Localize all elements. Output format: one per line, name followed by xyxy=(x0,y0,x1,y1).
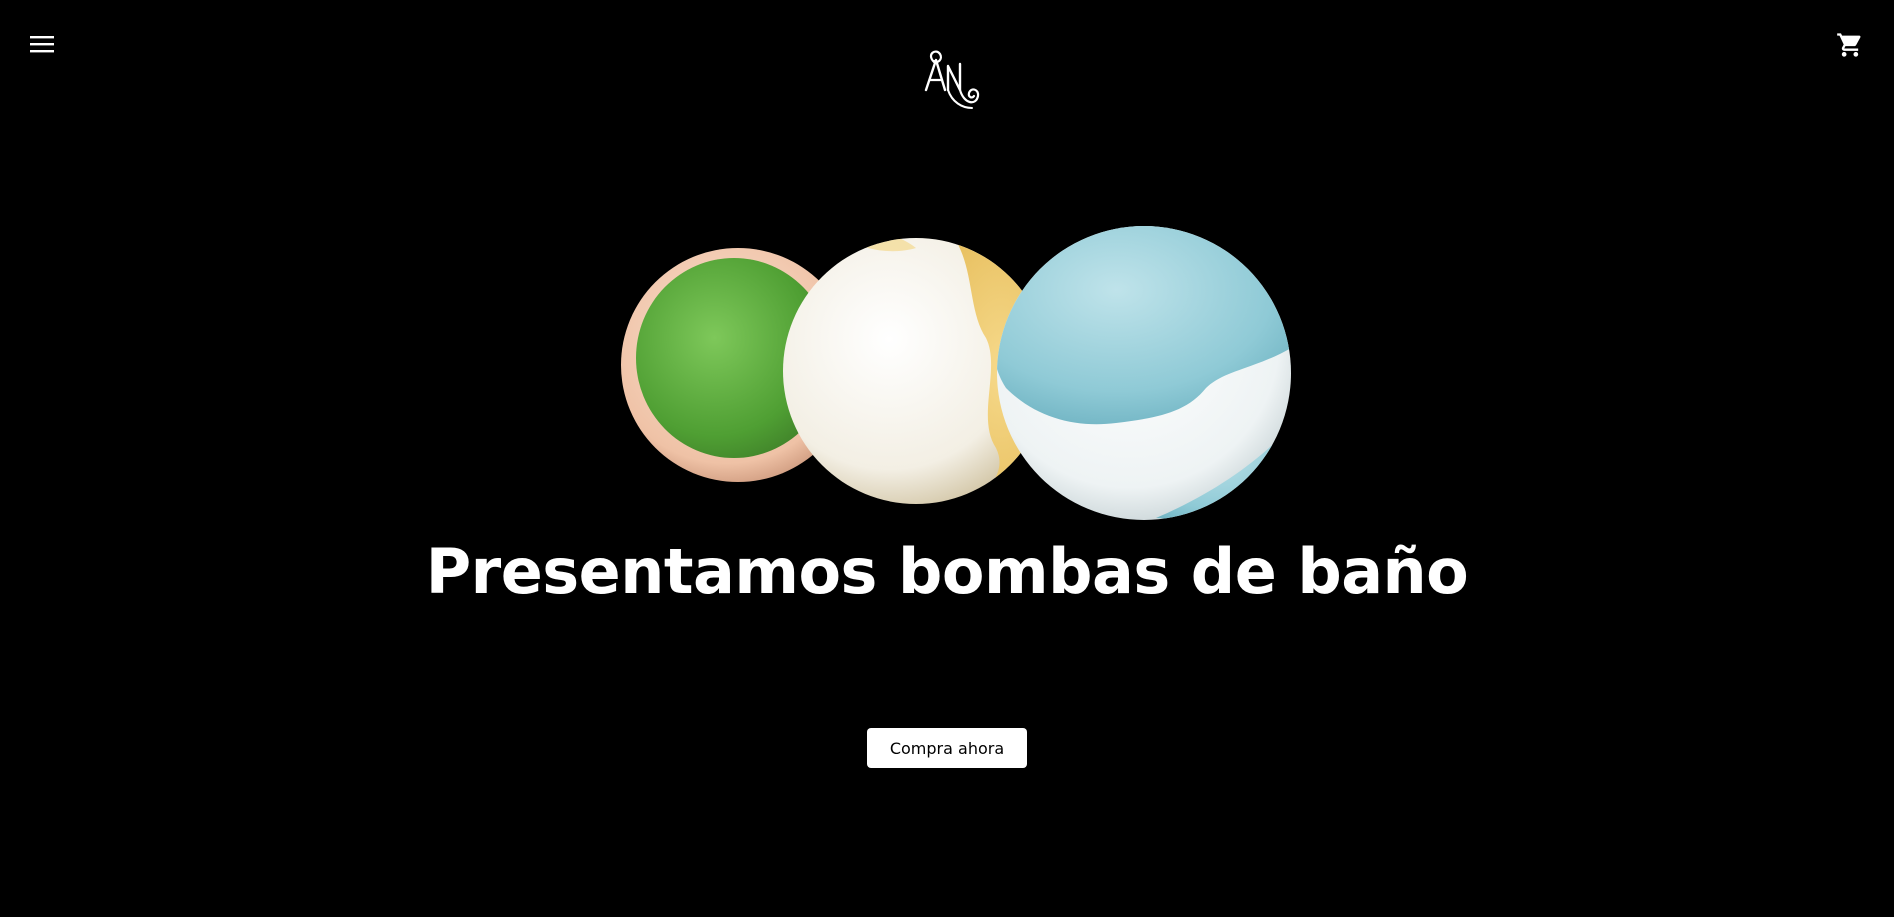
page: Presentamos bombas de baño Compra ahora xyxy=(0,0,1894,917)
hamburger-menu-icon xyxy=(29,34,55,58)
hero-headline: Presentamos bombas de baño xyxy=(425,535,1469,608)
menu-button[interactable] xyxy=(26,32,58,60)
shopping-cart-icon xyxy=(1835,31,1865,63)
cart-button[interactable] xyxy=(1832,30,1868,64)
bath-bombs-image xyxy=(616,218,1296,528)
brand-logo[interactable] xyxy=(912,44,988,114)
shop-now-button[interactable]: Compra ahora xyxy=(867,728,1027,768)
